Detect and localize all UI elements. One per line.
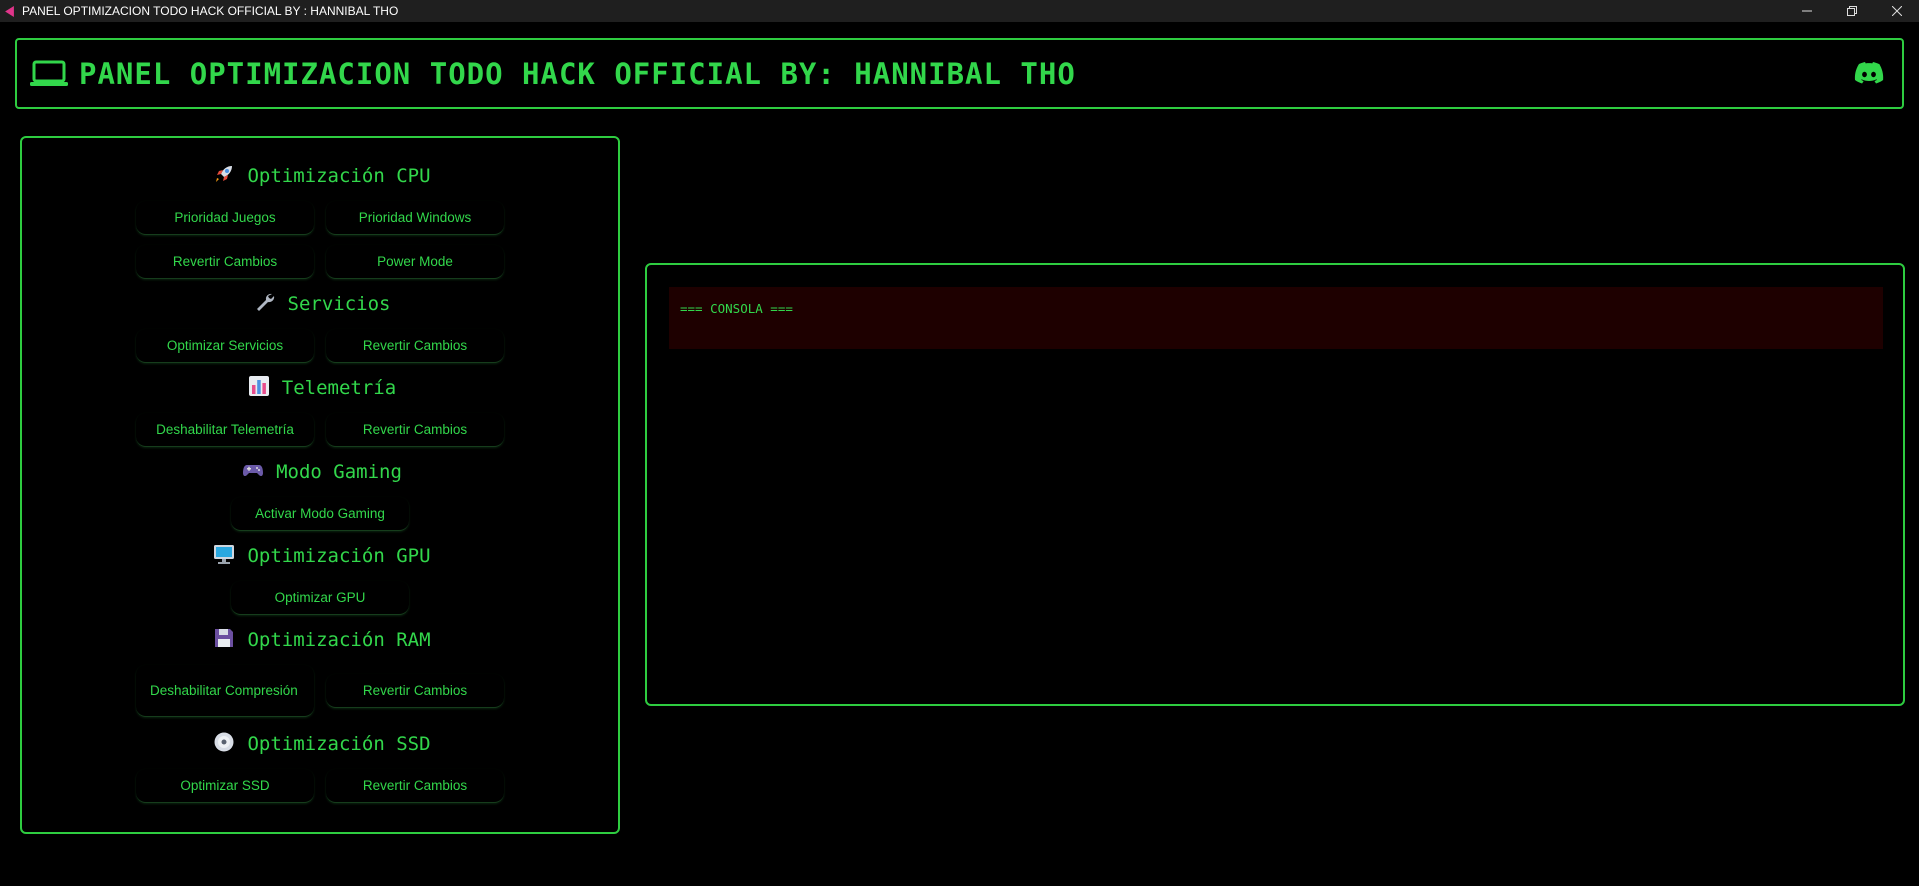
optimizar-ssd-button[interactable]: Optimizar SSD	[136, 769, 314, 803]
close-button[interactable]	[1874, 0, 1919, 22]
section-title-servicios: Servicios	[22, 291, 622, 315]
section-label: Servicios	[287, 293, 391, 315]
bar-chart-icon	[248, 376, 269, 396]
page-title: PANEL OPTIMIZACION TODO HACK OFFICIAL BY…	[79, 56, 1076, 91]
prioridad-windows-button[interactable]: Prioridad Windows	[326, 201, 504, 235]
minimize-icon	[1801, 10, 1812, 12]
header-panel: PANEL OPTIMIZACION TODO HACK OFFICIAL BY…	[15, 38, 1904, 109]
ram-revertir-cambios-button[interactable]: Revertir Cambios	[326, 674, 504, 708]
servicios-revertir-cambios-button[interactable]: Revertir Cambios	[326, 329, 504, 363]
cpu-revertir-cambios-button[interactable]: Revertir Cambios	[136, 245, 314, 279]
section-label: Optimización GPU	[247, 545, 431, 567]
app-icon	[0, 0, 18, 22]
power-mode-button[interactable]: Power Mode	[326, 245, 504, 279]
section-label: Telemetría	[281, 377, 397, 399]
restore-icon	[1846, 6, 1857, 16]
close-icon	[1891, 6, 1902, 16]
disc-icon	[214, 732, 234, 752]
window-title-bar: PANEL OPTIMIZACION TODO HACK OFFICIAL BY…	[0, 0, 1919, 22]
gamepad-icon	[243, 465, 264, 477]
section-title-telemetria: Telemetría	[22, 375, 622, 399]
section-title-modo-gaming: Modo Gaming	[22, 459, 622, 483]
section-title-ssd: Optimización SSD	[22, 731, 622, 755]
console-panel: === CONSOLA ===	[645, 263, 1905, 706]
section-title-ram: Optimización RAM	[22, 627, 622, 651]
optimization-panel: Optimización CPU Prioridad Juegos Priori…	[20, 136, 620, 834]
telemetria-revertir-cambios-button[interactable]: Revertir Cambios	[326, 413, 504, 447]
section-label: Modo Gaming	[276, 461, 402, 483]
section-title-cpu: Optimización CPU	[22, 163, 622, 187]
optimizar-gpu-button[interactable]: Optimizar GPU	[231, 581, 409, 615]
section-label: Optimización RAM	[247, 629, 431, 651]
optimizar-servicios-button[interactable]: Optimizar Servicios	[136, 329, 314, 363]
deshabilitar-compresion-button[interactable]: Deshabilitar Compresión	[136, 665, 314, 717]
wrench-icon	[256, 293, 274, 311]
section-label: Optimización SSD	[247, 733, 431, 755]
deshabilitar-telemetria-button[interactable]: Deshabilitar Telemetría	[136, 413, 314, 447]
floppy-disk-icon	[215, 629, 234, 647]
activar-modo-gaming-button[interactable]: Activar Modo Gaming	[231, 497, 409, 531]
section-title-gpu: Optimización GPU	[22, 543, 622, 567]
ssd-revertir-cambios-button[interactable]: Revertir Cambios	[326, 769, 504, 803]
laptop-icon	[30, 60, 68, 86]
console-output[interactable]: === CONSOLA ===	[669, 287, 1883, 349]
minimize-button[interactable]	[1784, 0, 1829, 22]
discord-icon[interactable]	[1854, 61, 1884, 85]
rocket-icon	[216, 166, 233, 182]
restore-button[interactable]	[1829, 0, 1874, 22]
window-title: PANEL OPTIMIZACION TODO HACK OFFICIAL BY…	[22, 4, 399, 18]
monitor-icon	[214, 545, 235, 564]
console-text: === CONSOLA ===	[680, 301, 793, 316]
section-label: Optimización CPU	[247, 165, 431, 187]
prioridad-juegos-button[interactable]: Prioridad Juegos	[136, 201, 314, 235]
